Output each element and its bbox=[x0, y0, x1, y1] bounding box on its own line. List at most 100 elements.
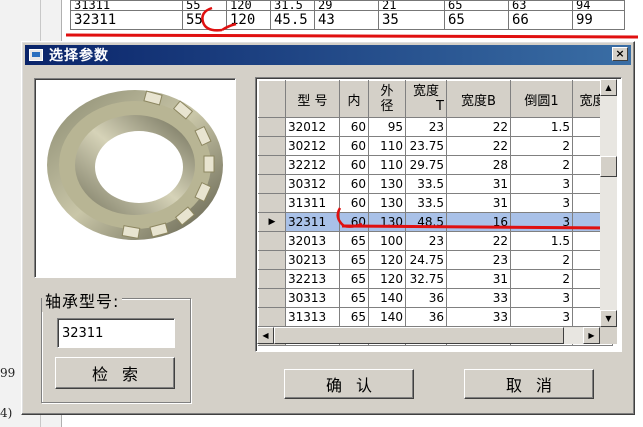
grid-cell[interactable]: 1.5 bbox=[510, 117, 573, 137]
bearing-model-input[interactable] bbox=[57, 318, 175, 348]
scroll-up-icon: ▲ bbox=[605, 83, 612, 92]
grid-cell[interactable]: 30312 bbox=[285, 174, 340, 194]
title-bar[interactable]: 选择参数 × bbox=[25, 45, 631, 65]
grid-cell[interactable]: 32212 bbox=[285, 155, 340, 175]
grid-cell[interactable]: 33 bbox=[446, 307, 511, 327]
table-row[interactable]: 30212 60 110 23.75 22 2 bbox=[258, 136, 613, 156]
grid-cell[interactable]: 95 bbox=[368, 117, 406, 137]
grid-cell[interactable]: 110 bbox=[368, 155, 406, 175]
grid-cell[interactable]: 36 bbox=[405, 307, 447, 327]
background-margin-text: 4) bbox=[0, 406, 13, 420]
grid-cell[interactable]: 120 bbox=[368, 250, 406, 270]
row-selector[interactable] bbox=[258, 174, 286, 194]
column-header-fillet-1[interactable]: 倒圆1 bbox=[510, 80, 573, 118]
grid-cell[interactable]: 65 bbox=[339, 269, 369, 289]
grid-cell[interactable]: 22 bbox=[446, 231, 511, 251]
grid-cell[interactable]: 31 bbox=[446, 269, 511, 289]
grid-cell[interactable]: 60 bbox=[339, 117, 369, 137]
grid-cell[interactable]: 65 bbox=[339, 307, 369, 327]
table-row[interactable]: 30312 60 130 33.5 31 3 bbox=[258, 174, 613, 194]
grid-cell[interactable]: 140 bbox=[368, 288, 406, 308]
column-header-width-t[interactable]: 宽度 T bbox=[405, 80, 447, 118]
grid-cell[interactable]: 23 bbox=[446, 250, 511, 270]
grid-cell[interactable]: 31313 bbox=[285, 307, 340, 327]
column-header-outer-diameter[interactable]: 外径 bbox=[368, 80, 406, 118]
grid-cell[interactable]: 33.5 bbox=[405, 174, 447, 194]
grid-cell[interactable]: 140 bbox=[368, 307, 406, 327]
row-selector[interactable] bbox=[258, 288, 286, 308]
horizontal-scrollbar[interactable]: ◀ ▶ bbox=[257, 327, 600, 344]
grid-cell[interactable]: 60 bbox=[339, 136, 369, 156]
grid-cell[interactable]: 36 bbox=[405, 288, 447, 308]
scroll-left-button[interactable]: ◀ bbox=[257, 327, 274, 344]
table-row[interactable]: 32213 65 120 32.75 31 2 bbox=[258, 269, 613, 289]
grid-cell[interactable]: 3 bbox=[510, 307, 573, 327]
ok-button[interactable]: 确认 bbox=[284, 369, 414, 399]
grid-cell[interactable]: 22 bbox=[446, 136, 511, 156]
table-row[interactable]: 30313 65 140 36 33 3 bbox=[258, 288, 613, 308]
scroll-up-button[interactable]: ▲ bbox=[600, 79, 617, 96]
row-selector[interactable] bbox=[258, 231, 286, 251]
table-row[interactable]: 32013 65 100 23 22 1.5 bbox=[258, 231, 613, 251]
grid-cell[interactable]: 2 bbox=[510, 269, 573, 289]
red-underline bbox=[341, 224, 612, 230]
red-underline bbox=[65, 33, 639, 39]
grid-cell[interactable]: 65 bbox=[339, 250, 369, 270]
grid-cell[interactable]: 1.5 bbox=[510, 231, 573, 251]
grid-cell[interactable]: 32213 bbox=[285, 269, 340, 289]
grid-cell[interactable]: 65 bbox=[339, 231, 369, 251]
current-row-marker-icon[interactable]: ▶ bbox=[258, 212, 286, 232]
column-header-width-b[interactable]: 宽度B bbox=[446, 80, 511, 118]
row-selector[interactable] bbox=[258, 250, 286, 270]
close-button[interactable]: × bbox=[612, 47, 628, 61]
vertical-scroll-thumb[interactable] bbox=[600, 156, 617, 177]
table-row[interactable]: 30213 65 120 24.75 23 2 bbox=[258, 250, 613, 270]
grid-cell[interactable]: 23 bbox=[405, 117, 447, 137]
grid-cell[interactable]: 110 bbox=[368, 136, 406, 156]
grid-cell[interactable]: 33 bbox=[446, 288, 511, 308]
grid-cell[interactable]: 23.75 bbox=[405, 136, 447, 156]
grid-cell[interactable]: 30212 bbox=[285, 136, 340, 156]
grid-cell[interactable]: 120 bbox=[368, 269, 406, 289]
scroll-down-button[interactable]: ▼ bbox=[600, 310, 617, 327]
row-selector[interactable] bbox=[258, 117, 286, 137]
grid-cell[interactable]: 100 bbox=[368, 231, 406, 251]
column-header-inner-diameter[interactable]: 内 bbox=[339, 80, 369, 118]
grid-cell[interactable]: 3 bbox=[510, 288, 573, 308]
grid-cell[interactable]: 3 bbox=[510, 174, 573, 194]
horizontal-scroll-thumb[interactable] bbox=[274, 327, 564, 344]
grid-cell[interactable]: 29.75 bbox=[405, 155, 447, 175]
cancel-button[interactable]: 取消 bbox=[464, 369, 594, 399]
grid-cell[interactable]: 32013 bbox=[285, 231, 340, 251]
grid-cell[interactable]: 60 bbox=[339, 174, 369, 194]
grid-cell[interactable]: 32012 bbox=[285, 117, 340, 137]
table-row[interactable]: 32212 60 110 29.75 28 2 bbox=[258, 155, 613, 175]
grid-cell[interactable]: 32.75 bbox=[405, 269, 447, 289]
row-selector[interactable] bbox=[258, 155, 286, 175]
row-selector[interactable] bbox=[258, 307, 286, 327]
grid-cell[interactable]: 30313 bbox=[285, 288, 340, 308]
row-selector[interactable] bbox=[258, 136, 286, 156]
table-row[interactable]: 31313 65 140 36 33 3 bbox=[258, 307, 613, 327]
table-row[interactable]: 32012 60 95 23 22 1.5 bbox=[258, 117, 613, 137]
background-margin-text: 99 bbox=[0, 366, 16, 380]
grid-cell[interactable]: 2 bbox=[510, 250, 573, 270]
column-header-model[interactable]: 型 号 bbox=[285, 80, 340, 118]
scroll-right-button[interactable]: ▶ bbox=[583, 327, 600, 344]
grid-cell[interactable]: 24.75 bbox=[405, 250, 447, 270]
grid-cell[interactable]: 23 bbox=[405, 231, 447, 251]
row-selector[interactable] bbox=[258, 193, 286, 213]
grid-cell[interactable]: 2 bbox=[510, 136, 573, 156]
grid-cell[interactable]: 130 bbox=[368, 174, 406, 194]
grid-cell[interactable]: 28 bbox=[446, 155, 511, 175]
grid-cell[interactable]: 31 bbox=[446, 174, 511, 194]
grid-cell[interactable]: 22 bbox=[446, 117, 511, 137]
grid-cell[interactable]: 30213 bbox=[285, 250, 340, 270]
grid-cell[interactable]: 60 bbox=[339, 155, 369, 175]
vertical-scrollbar[interactable]: ▲ ▼ bbox=[600, 79, 617, 327]
search-button[interactable]: 检索 bbox=[55, 357, 175, 389]
grid-cell[interactable]: 65 bbox=[339, 288, 369, 308]
grid-cell[interactable]: 2 bbox=[510, 155, 573, 175]
row-selector[interactable] bbox=[258, 269, 286, 289]
scroll-down-icon: ▼ bbox=[605, 314, 612, 323]
